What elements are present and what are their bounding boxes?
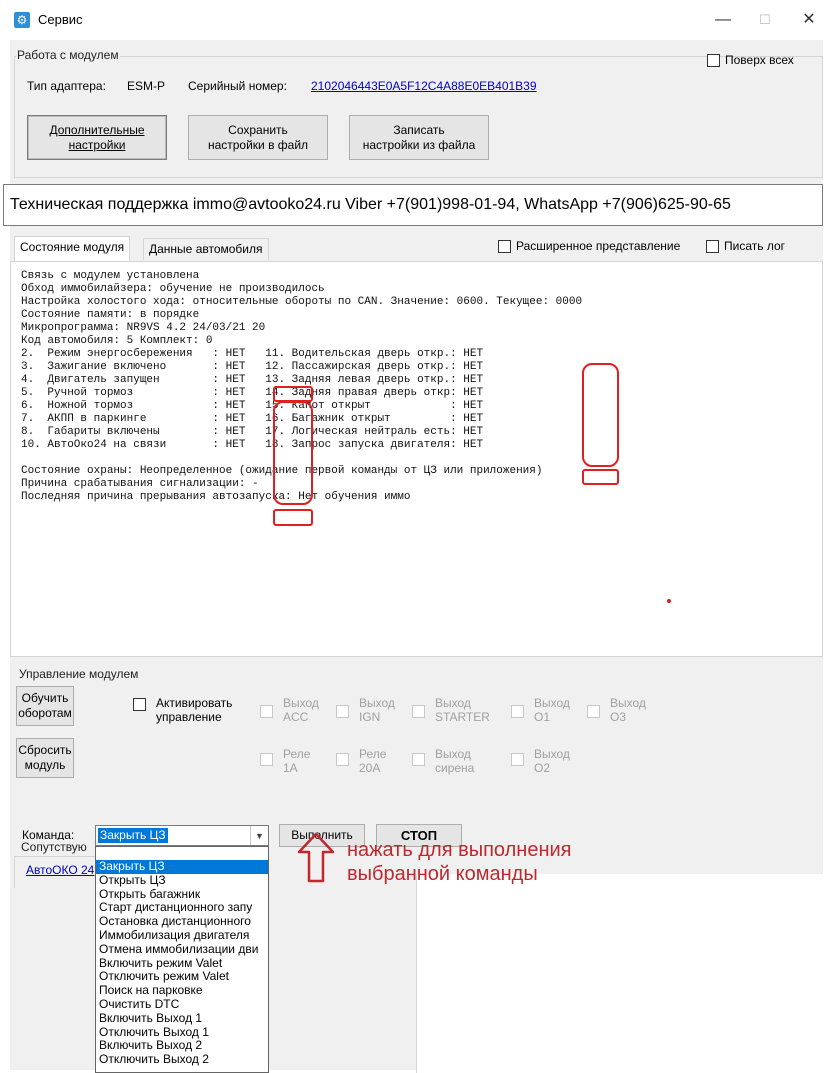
extended-view-option[interactable]: Расширенное представление — [498, 239, 680, 253]
write-log-checkbox[interactable] — [706, 239, 719, 253]
output-ign-label: Выход IGN — [359, 696, 395, 724]
dropdown-item[interactable]: Закрыть ЦЗ — [96, 860, 268, 874]
load-settings-button[interactable]: Записать настройки из файла — [349, 115, 489, 160]
output-siren-label: Выход сирена — [435, 747, 475, 775]
output-ign-checkbox[interactable] — [336, 705, 349, 718]
dropdown-item[interactable]: Остановка дистанционного — [96, 915, 268, 929]
chevron-down-icon[interactable]: ▼ — [250, 826, 268, 845]
control-group-label: Управление модулем — [18, 667, 140, 681]
extra-settings-button[interactable]: Дополнительные настройки — [27, 115, 167, 160]
tab-module-state[interactable]: Состояние модуля — [14, 236, 131, 261]
related-label: Сопутствую — [20, 840, 88, 854]
extended-view-checkbox[interactable] — [498, 239, 511, 253]
up-arrow-icon — [297, 832, 335, 883]
output-o1-checkbox[interactable] — [511, 705, 524, 718]
dropdown-blank-row — [96, 847, 268, 860]
dropdown-item[interactable]: Открыть ЦЗ — [96, 874, 268, 888]
relay-20a-checkbox[interactable] — [336, 753, 349, 766]
extended-view-label: Расширенное представление — [516, 239, 681, 253]
dropdown-item[interactable]: Старт дистанционного запу — [96, 901, 268, 915]
adapter-type-label: Тип адаптера: — [27, 79, 106, 93]
relay-20a-label: Реле 20A — [359, 747, 387, 775]
window-title: Сервис — [38, 12, 83, 27]
relay-1a-checkbox[interactable] — [260, 753, 273, 766]
module-group-label: Работа с модулем — [16, 48, 120, 62]
output-o3-label: Выход O3 — [610, 696, 646, 724]
output-o2-label: Выход O2 — [534, 747, 570, 775]
dropdown-item[interactable]: Включить режим Valet — [96, 957, 268, 971]
app-gear-icon: ⚙ — [14, 12, 30, 28]
write-log-label: Писать лог — [724, 239, 786, 253]
status-text-panel: Связь с модулем установлена Обход иммоби… — [10, 261, 823, 657]
dropdown-item[interactable]: Отмена иммобилизации дви — [96, 943, 268, 957]
adapter-type-value: ESM-P — [127, 79, 166, 93]
title-bar: ⚙ Сервис — ☐ ✕ — [0, 0, 829, 40]
activate-checkbox-box[interactable] — [133, 698, 146, 711]
maximize-button[interactable]: ☐ — [750, 8, 780, 32]
output-o3-checkbox[interactable] — [587, 705, 600, 718]
topmost-checkbox[interactable] — [707, 53, 720, 67]
highlight-neutral — [582, 469, 619, 485]
dropdown-item[interactable]: Отключить Выход 1 — [96, 1026, 268, 1040]
annotation-text: нажать для выполнения выбранной команды — [347, 839, 572, 885]
topmost-option[interactable]: Поверх всех — [707, 53, 794, 67]
support-text: Техническая поддержка immo@avtooko24.ru … — [3, 184, 823, 226]
write-log-option[interactable]: Писать лог — [706, 239, 785, 253]
activate-label: Активировать управление — [156, 696, 233, 724]
reset-module-button[interactable]: Сбросить модуль — [16, 738, 74, 778]
dropdown-item[interactable]: Открыть багажник — [96, 888, 268, 902]
output-o2-checkbox[interactable] — [511, 753, 524, 766]
dropdown-item[interactable]: Очистить DTC — [96, 998, 268, 1012]
dropdown-item[interactable]: Включить Выход 1 — [96, 1012, 268, 1026]
dropdown-item[interactable]: Иммобилизация двигателя — [96, 929, 268, 943]
command-selected-value: Закрыть ЦЗ — [98, 828, 168, 843]
output-acc-checkbox[interactable] — [260, 705, 273, 718]
close-button[interactable]: ✕ — [794, 8, 824, 32]
output-acc-label: Выход ACC — [283, 696, 319, 724]
related-link[interactable]: АвтоОКО 24 — [26, 863, 94, 877]
dropdown-item[interactable]: Отключить Выход 2 — [96, 1053, 268, 1067]
dropdown-item[interactable]: Включить Выход 2 — [96, 1039, 268, 1053]
activate-checkbox[interactable] — [133, 698, 146, 711]
relay-1a-label: Реле 1A — [283, 747, 311, 775]
red-dot — [667, 599, 671, 603]
topmost-label: Поверх всех — [725, 53, 794, 67]
highlight-left-column — [273, 401, 313, 505]
output-siren-checkbox[interactable] — [412, 753, 425, 766]
serial-link[interactable]: 2102046443E0A5F12C4A88E0EB401B39 — [311, 79, 537, 93]
highlight-right-column — [582, 363, 619, 467]
control-groupbox — [14, 675, 823, 815]
output-starter-checkbox[interactable] — [412, 705, 425, 718]
learn-rpm-button[interactable]: Обучить оборотам — [16, 686, 74, 726]
highlight-ignition — [273, 386, 313, 402]
highlight-autooko — [273, 509, 313, 526]
lower-panel — [416, 874, 823, 1073]
command-dropdown-list[interactable]: Закрыть ЦЗ Открыть ЦЗ Открыть багажник С… — [95, 846, 269, 1073]
minimize-button[interactable]: — — [708, 8, 738, 32]
command-combobox[interactable]: Закрыть ЦЗ ▼ — [95, 825, 269, 846]
dropdown-item[interactable]: Отключить режим Valet — [96, 970, 268, 984]
serial-label: Серийный номер: — [188, 79, 287, 93]
output-starter-label: Выход STARTER — [435, 696, 490, 724]
dropdown-item[interactable]: Поиск на парковке — [96, 984, 268, 998]
tab-car-data[interactable]: Данные автомобиля — [143, 238, 269, 260]
output-o1-label: Выход O1 — [534, 696, 570, 724]
save-settings-button[interactable]: Сохранить настройки в файл — [188, 115, 328, 160]
